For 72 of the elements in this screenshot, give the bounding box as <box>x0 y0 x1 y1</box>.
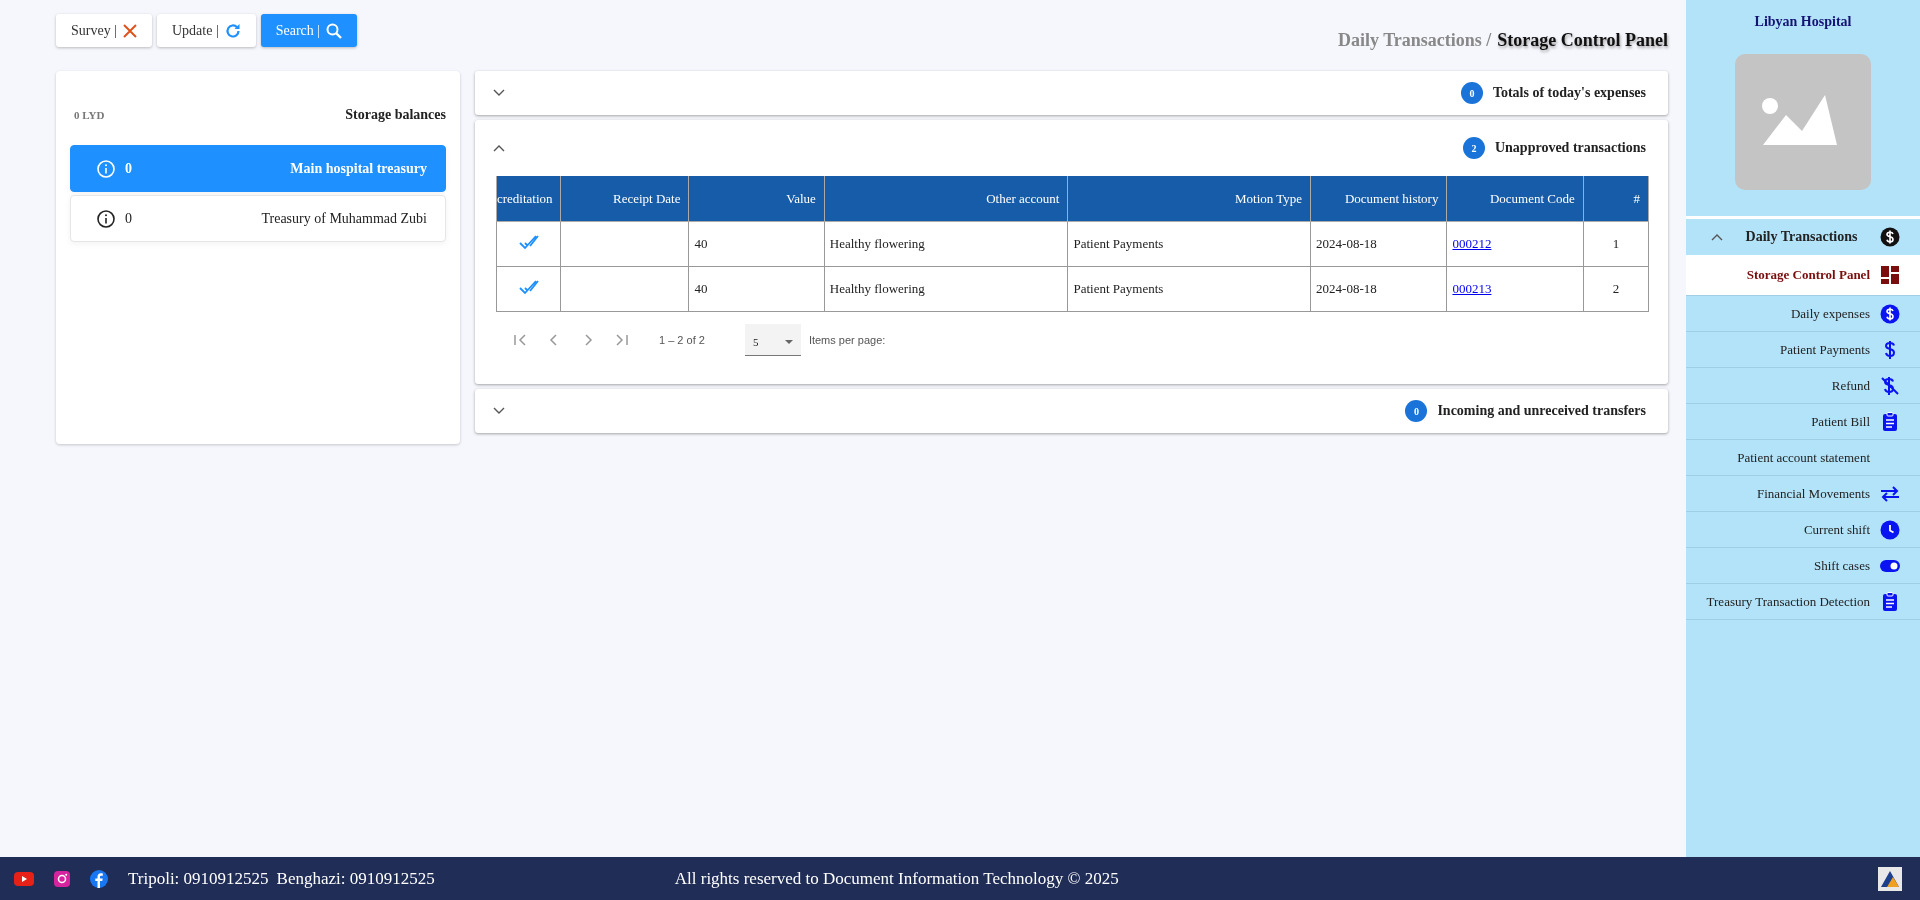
swap-arrows-icon <box>1880 485 1900 502</box>
dashboard-icon <box>1880 265 1900 285</box>
document-link[interactable]: 000213 <box>1452 281 1492 296</box>
info-icon[interactable] <box>97 209 115 228</box>
page-title: Storage Control Panel <box>1497 30 1668 51</box>
refresh-icon <box>224 22 241 39</box>
page-size-select[interactable]: 5 <box>744 324 801 356</box>
panel-title[interactable]: Incoming and unreceived transfers <box>1437 403 1646 419</box>
count-badge: 2 <box>1462 137 1485 159</box>
search-icon <box>326 22 343 39</box>
hospital-name: Libyan Hospital <box>1753 14 1853 30</box>
panel-title[interactable]: Unapproved transactions <box>1494 140 1646 156</box>
table-cell: 1 <box>1583 221 1649 267</box>
treasury-name: Main hospital treasury <box>290 160 427 177</box>
table-cell: 2024-08-18 <box>1310 266 1447 312</box>
column-header: Document history <box>1310 176 1447 222</box>
panel-title[interactable]: Totals of today's expenses <box>1492 85 1646 101</box>
logo-icon <box>1878 866 1902 891</box>
clipboard-icon <box>1882 411 1898 432</box>
dollar-coin-icon <box>1880 227 1900 247</box>
table-cell: 40 <box>689 266 825 312</box>
camera-icon[interactable] <box>54 870 70 887</box>
menu-item[interactable]: Storage Control Panel <box>1686 255 1920 296</box>
double-check-icon[interactable] <box>518 234 539 250</box>
column-header: Other account <box>824 176 1068 222</box>
table-cell: 40 <box>689 221 825 267</box>
contact-text: Benghazi: 0910912525 <box>276 868 435 889</box>
dollar-coin-icon <box>1880 303 1900 324</box>
table-cell: 2024-08-18 <box>1310 221 1447 267</box>
treasury-name: Treasury of Muhammad Zubi <box>261 210 427 227</box>
clock-icon <box>1880 519 1900 540</box>
table-cell: Patient Payments <box>1067 221 1311 267</box>
last-page-icon[interactable] <box>615 333 629 347</box>
close-button[interactable]: Survey | <box>56 14 152 47</box>
column-header: creditation <box>496 176 561 222</box>
count-badge: 0 <box>1460 82 1483 104</box>
chevron-icon[interactable] <box>493 144 505 152</box>
table-cell: 2 <box>1583 266 1649 312</box>
count-badge: 0 <box>1405 400 1428 422</box>
treasury-amount: 0 <box>125 160 132 177</box>
clipboard-icon <box>1882 591 1898 612</box>
chevron-icon[interactable] <box>493 89 505 97</box>
table-cell: Patient Payments <box>1067 266 1311 312</box>
column-header: # <box>1583 176 1649 222</box>
toggle-icon <box>1880 559 1900 572</box>
total-amount: 0 LYD <box>74 109 105 121</box>
column-header: Motion Type <box>1067 176 1311 222</box>
card-title: Storage balances <box>345 107 446 123</box>
column-header: Document Code <box>1446 176 1584 222</box>
chevron-icon[interactable] <box>1711 233 1723 241</box>
page-size-label: Items per page: <box>808 334 886 346</box>
double-check-icon[interactable] <box>518 279 539 295</box>
column-header: Value <box>689 176 825 222</box>
copyright-text: All rights reserved to Document Information Technology © 2025 <box>674 868 1120 889</box>
table-cell: Healthy flowering <box>824 266 1068 312</box>
crossed-dollar-icon <box>1881 375 1899 396</box>
page-range: 1 – 2 of 2 <box>659 334 705 346</box>
image-placeholder-icon <box>1735 54 1871 190</box>
refresh-button[interactable]: Update | <box>156 14 256 47</box>
dollar-icon <box>1883 339 1897 360</box>
document-link[interactable]: 000212 <box>1452 236 1492 251</box>
letter-f-icon[interactable] <box>90 869 108 888</box>
chevron-icon[interactable] <box>493 407 505 415</box>
close-icon <box>122 23 137 38</box>
column-header: Receipt Date <box>560 176 689 222</box>
video-play-icon[interactable] <box>14 871 34 886</box>
dropdown-caret-icon <box>784 339 793 344</box>
treasury-item[interactable]: 0 Treasury of Muhammad Zubi <box>70 195 446 242</box>
contact-text: Tripoli: 0910912525 <box>128 868 269 889</box>
table-cell: Healthy flowering <box>824 221 1068 267</box>
treasury-amount: 0 <box>125 210 132 227</box>
first-page-icon[interactable] <box>513 333 527 347</box>
